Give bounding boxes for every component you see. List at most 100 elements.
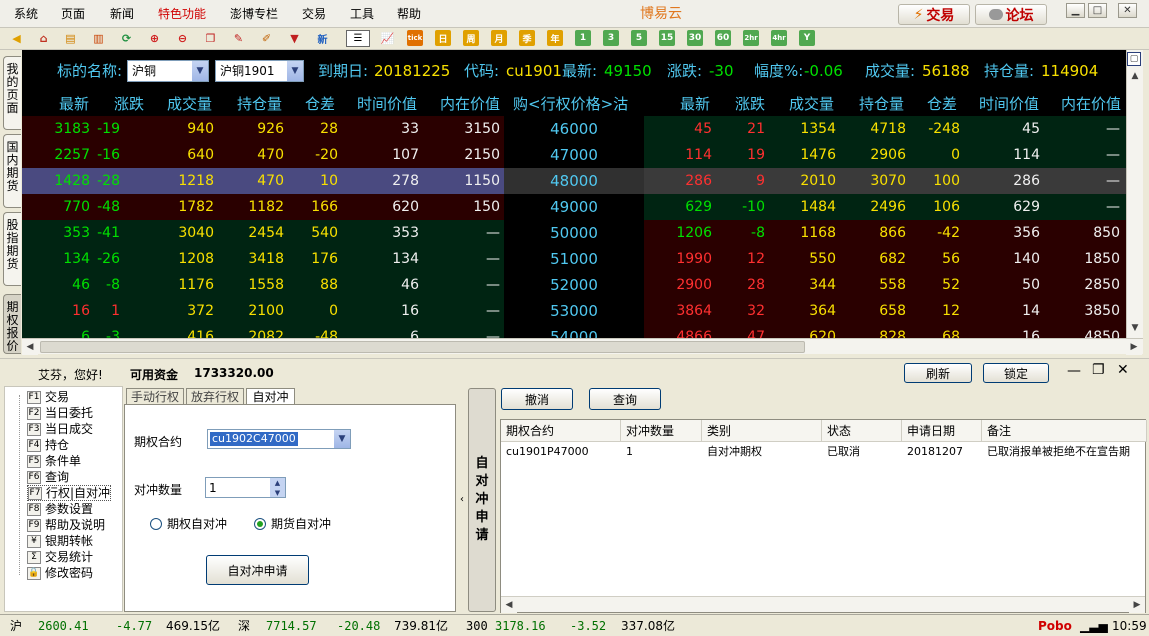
scroll-up-icon[interactable]: ▲: [1127, 68, 1143, 84]
self-hedge-side-tab[interactable]: 自对冲申请: [468, 388, 496, 612]
menu-news[interactable]: 新闻: [110, 7, 134, 21]
nav-item[interactable]: F5 条件单: [27, 453, 81, 469]
submit-self-hedge-button[interactable]: 自对冲申请: [206, 555, 309, 585]
quote-row[interactable]: 6 -3 416 2082 -48 6 — 54000 4866 47 620 828 68 16 4850: [22, 324, 1126, 338]
zoom-out-icon[interactable]: ⊖: [174, 30, 191, 47]
period-60-button[interactable]: 60: [715, 30, 731, 46]
menu-system[interactable]: 系统: [14, 7, 38, 21]
quote-row[interactable]: 3183 -19 940 926 28 33 3150 46000 45 21 1354 4718 -2…: [22, 116, 1126, 142]
maximize-button[interactable]: □: [1088, 3, 1107, 18]
scroll-left-icon[interactable]: ◀: [22, 339, 38, 355]
period-30-button[interactable]: 30: [687, 30, 703, 46]
nav-item[interactable]: F3 当日成交: [27, 421, 93, 437]
period-5-button[interactable]: 5: [631, 30, 647, 46]
cancel-button[interactable]: 撤消: [501, 388, 573, 410]
coins-icon[interactable]: ▤: [62, 30, 79, 47]
nav-item[interactable]: F8 参数设置: [27, 501, 93, 517]
nav-item[interactable]: F4 持仓: [27, 437, 69, 453]
filter-icon[interactable]: ▼: [286, 30, 303, 47]
menu-page[interactable]: 页面: [61, 7, 85, 21]
period-1-button[interactable]: 1: [575, 30, 591, 46]
qty-stepper[interactable]: 1 ▲ ▼: [205, 477, 286, 498]
radio-option-hedge[interactable]: 期权自对冲: [150, 515, 227, 532]
zoom-in-icon[interactable]: ⊕: [146, 30, 163, 47]
line-chart-icon[interactable]: 📈: [379, 30, 396, 47]
period-y-button[interactable]: Y: [799, 30, 815, 46]
close-button[interactable]: ✕: [1118, 3, 1137, 18]
menu-tools[interactable]: 工具: [350, 7, 374, 21]
period-15-button[interactable]: 15: [659, 30, 675, 46]
menu-trade[interactable]: 交易: [302, 7, 326, 21]
menu-help[interactable]: 帮助: [397, 7, 421, 21]
tab-domestic-futures[interactable]: 国内期货: [3, 134, 21, 208]
nav-item[interactable]: Σ 交易统计: [27, 549, 93, 565]
draw-tool-icon[interactable]: ✐: [258, 30, 275, 47]
nav-item[interactable]: F6 查询: [27, 469, 69, 485]
period-2hr-button[interactable]: 2hr: [743, 30, 759, 46]
contract-select[interactable]: 沪铜1901 ▼: [215, 60, 304, 82]
quote-row[interactable]: 16 1 372 2100 0 16 — 53000 3864 32 364 658 12 14 3850: [22, 298, 1126, 324]
trade-button[interactable]: ⚡ 交易: [898, 4, 970, 25]
tick-button[interactable]: tick: [407, 30, 423, 46]
day-button[interactable]: 日: [435, 30, 451, 46]
pen-icon[interactable]: ✎: [230, 30, 247, 47]
table-horizontal-scrollbar[interactable]: ◀ ▶: [501, 596, 1145, 613]
th-remark[interactable]: 备注: [982, 420, 1147, 442]
nav-item[interactable]: F9 帮助及说明: [27, 517, 105, 533]
nav-item[interactable]: F7 行权|自对冲: [27, 485, 112, 501]
month-button[interactable]: 月: [491, 30, 507, 46]
nav-item[interactable]: F2 当日委托: [27, 405, 93, 421]
table-view-icon[interactable]: ☰: [346, 30, 370, 47]
forum-button[interactable]: 论坛: [975, 4, 1047, 25]
week-button[interactable]: 周: [463, 30, 479, 46]
th-type[interactable]: 类别: [702, 420, 822, 442]
window-icon[interactable]: ❐: [202, 30, 219, 47]
tab-my-page[interactable]: 我的页面: [3, 56, 21, 130]
underlying-select[interactable]: 沪铜 ▼: [127, 60, 209, 82]
quote-row[interactable]: 2257 -16 640 470 -20 107 2150 47000 114 19 1476 290…: [22, 142, 1126, 168]
scroll-left-icon[interactable]: ◀: [501, 597, 517, 613]
panel-close-icon[interactable]: ✕: [1117, 362, 1129, 378]
period-3-button[interactable]: 3: [603, 30, 619, 46]
radio-futures-hedge[interactable]: 期货自对冲: [254, 515, 331, 532]
panel-minimize-icon[interactable]: —: [1067, 363, 1081, 379]
nav-item[interactable]: ¥ 银期转帐: [27, 533, 93, 549]
quote-row[interactable]: 46 -8 1176 1558 88 46 — 52000 2900 28 344 558 52 50 28…: [22, 272, 1126, 298]
horizontal-scroll-thumb[interactable]: [40, 341, 805, 353]
refresh-button[interactable]: 刷新: [904, 363, 972, 383]
contract-select[interactable]: cu1902C47000 ▼: [207, 429, 351, 449]
quote-row[interactable]: 353 -41 3040 2454 540 353 — 50000 1206 -8 1168 866 -…: [22, 220, 1126, 246]
menu-pobo-column[interactable]: 澎博专栏: [230, 7, 278, 21]
scroll-down-icon[interactable]: ▼: [1127, 320, 1143, 336]
th-contract[interactable]: 期权合约: [501, 420, 621, 442]
stepper-down-icon[interactable]: ▼: [270, 488, 285, 497]
quote-row[interactable]: 134 -26 1208 3418 176 134 — 51000 1990 12 550 682 56…: [22, 246, 1126, 272]
query-button[interactable]: 查询: [589, 388, 661, 410]
th-qty[interactable]: 对冲数量: [621, 420, 702, 442]
board-vertical-scrollbar[interactable]: ▢ ▲ ▼: [1126, 50, 1143, 338]
refresh-icon[interactable]: ⟳: [118, 30, 135, 47]
back-icon[interactable]: ◀: [8, 30, 25, 47]
th-status[interactable]: 状态: [822, 420, 902, 442]
collapse-arrow-icon[interactable]: ‹: [457, 386, 467, 612]
tab-index-futures[interactable]: 股指期货: [3, 212, 21, 286]
home-icon[interactable]: ⌂: [35, 30, 52, 47]
year-button[interactable]: 年: [547, 30, 563, 46]
nav-item[interactable]: 🔒 修改密码: [27, 565, 93, 581]
scroll-right-icon[interactable]: ▶: [1129, 597, 1145, 613]
minimize-button[interactable]: ▁: [1066, 3, 1085, 18]
quote-row[interactable]: 770 -48 1782 1182 166 620 150 49000 629 -10 1484 24…: [22, 194, 1126, 220]
quote-row[interactable]: 1428 -28 1218 470 10 278 1150 48000 286 9 2010 3070…: [22, 168, 1126, 194]
th-date[interactable]: 申请日期: [902, 420, 982, 442]
scroll-right-icon[interactable]: ▶: [1126, 339, 1142, 355]
season-button[interactable]: 季: [519, 30, 535, 46]
new-icon[interactable]: 新: [314, 30, 331, 47]
lock-button[interactable]: 锁定: [983, 363, 1049, 383]
stepper-up-icon[interactable]: ▲: [270, 478, 285, 488]
nav-item[interactable]: F1 交易: [27, 389, 69, 405]
panel-toggle-icon[interactable]: ▢: [1127, 52, 1141, 66]
board-horizontal-scrollbar[interactable]: ◀ ▶: [22, 338, 1143, 355]
panel-restore-icon[interactable]: ❐: [1092, 362, 1105, 378]
tab-option-quotes[interactable]: 期权报价: [3, 294, 21, 354]
chart-box-icon[interactable]: ▥: [90, 30, 107, 47]
